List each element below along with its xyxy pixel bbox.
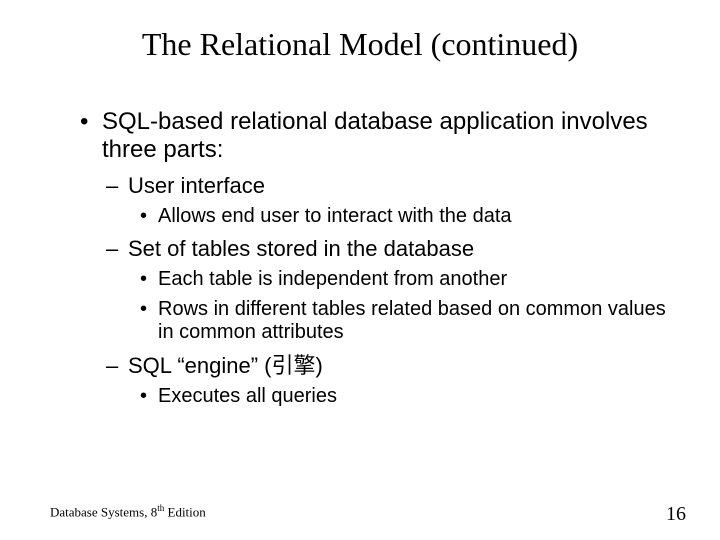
bullet-level3: Executes all queries	[136, 385, 666, 409]
bullet-level2: Set of tables stored in the database	[102, 236, 666, 262]
bullet-level3: Each table is independent from another	[136, 268, 666, 292]
footer-book-ed: Edition	[164, 504, 206, 519]
bullet-level1: SQL-based relational database applicatio…	[76, 108, 666, 165]
slide: The Relational Model (continued) SQL-bas…	[0, 0, 720, 540]
footer-book: Database Systems, 8th Edition	[50, 503, 206, 520]
bullet-level3: Allows end user to interact with the dat…	[136, 205, 666, 229]
footer-book-title: Database Systems, 8	[50, 504, 157, 519]
bullet-level2: SQL “engine” (引擎)	[102, 353, 666, 379]
page-number: 16	[666, 503, 686, 526]
slide-body: SQL-based relational database applicatio…	[76, 108, 666, 408]
bullet-level3: Rows in different tables related based o…	[136, 298, 666, 345]
slide-title: The Relational Model (continued)	[0, 26, 720, 63]
bullet-level2: User interface	[102, 173, 666, 199]
